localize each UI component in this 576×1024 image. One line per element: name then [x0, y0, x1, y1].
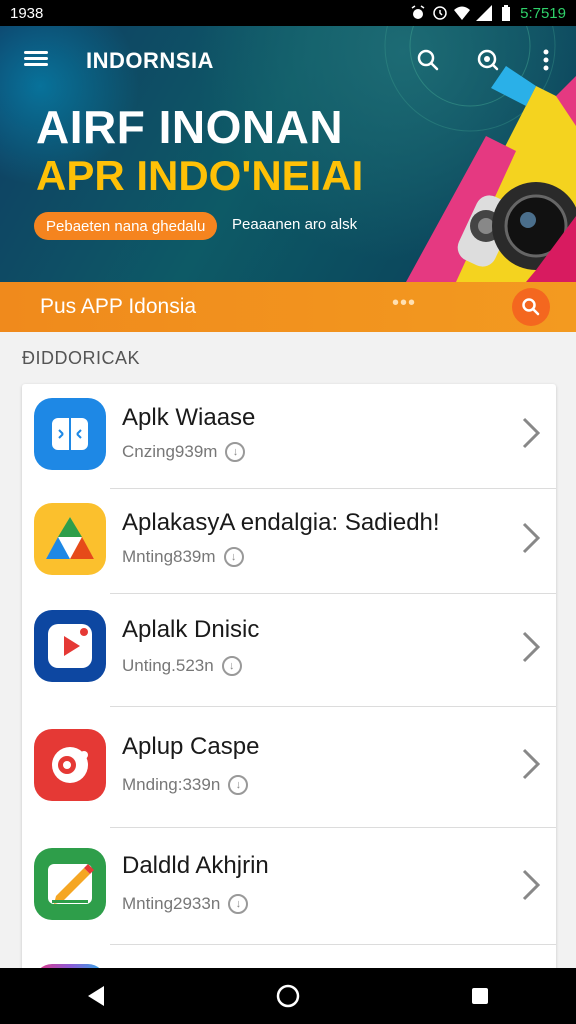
play-icon — [34, 610, 106, 682]
search-bar-dots: ••• — [392, 292, 417, 314]
app-name: Daldld Akhjrin — [122, 852, 269, 879]
search-bar[interactable]: Pus APP Idonsia ••• — [0, 282, 576, 332]
hero-pill-button[interactable]: Pebaeten nana ghedalu — [34, 212, 218, 240]
camera-icon — [34, 729, 106, 801]
chevron-right-icon — [522, 417, 541, 449]
app-list-item[interactable]: Aplalk Dnisic Unting.523n ↓ — [22, 594, 556, 706]
navigation-bar — [0, 968, 576, 1024]
app-size: Mnting839m — [122, 547, 216, 566]
download-icon: ↓ — [225, 442, 246, 462]
back-icon — [88, 986, 104, 1006]
status-time-left: 1938 — [10, 4, 44, 22]
chevron-right-icon — [522, 869, 541, 901]
status-icons: 5:7519 — [410, 5, 566, 22]
hero-title: AIRF INONAN — [36, 101, 344, 153]
search-icon — [522, 298, 540, 316]
hero-description: Peaaanen aro alsk — [232, 216, 358, 233]
search-bar-label: Pus APP Idonsia — [40, 295, 197, 318]
wifi-icon — [454, 6, 471, 20]
recents-icon — [472, 988, 488, 1004]
split-screen-icon — [34, 398, 106, 470]
app-size: Mnding:339n — [122, 775, 221, 794]
home-button[interactable] — [268, 976, 308, 1016]
signal-icon — [476, 5, 493, 21]
app-name: Aplup Caspe — [122, 733, 260, 760]
menu-button[interactable] — [24, 48, 48, 72]
recents-button[interactable] — [460, 976, 500, 1016]
search-fab-button[interactable] — [512, 288, 550, 326]
section-title: ÐIDDORICAK — [22, 348, 141, 368]
app-meta: Unting.523n ↓ — [122, 656, 242, 676]
download-icon: ↓ — [228, 894, 249, 914]
app-list-item[interactable]: AplakasyA endalgia: Sadiedh! Mnting839m … — [22, 489, 556, 593]
hero-subtitle: APR INDO'NEIAI — [36, 152, 364, 199]
battery-icon — [502, 5, 511, 21]
app-size: Unting.523n — [122, 656, 214, 675]
hero-banner: INDORNSIA AIRF INONAN APR INDO'NEIAI Peb… — [0, 26, 576, 282]
app-name: Aplk Wiaase — [122, 404, 256, 431]
app-meta: Mnding:339n ↓ — [122, 775, 249, 795]
alarm-icon — [411, 5, 425, 19]
app-size: Mnting2933n — [122, 894, 221, 913]
app-list-item[interactable]: Aplup Caspe Mnding:339n ↓ — [22, 707, 556, 827]
status-time-right: 5:7519 — [520, 4, 566, 22]
app-list: Aplk Wiaase Cnzing939m ↓ AplakasyA endal… — [22, 384, 556, 984]
app-meta: Mnting839m ↓ — [122, 547, 244, 567]
drive-triangle-icon — [34, 503, 106, 575]
back-button[interactable] — [76, 976, 116, 1016]
download-icon: ↓ — [221, 656, 242, 676]
chevron-right-icon — [522, 522, 541, 554]
app-list-item[interactable]: Daldld Akhjrin Mnting2933n ↓ — [22, 828, 556, 944]
app-brand: INDORNSIA — [86, 48, 214, 73]
status-bar: 1938 5:7519 — [0, 0, 576, 26]
app-meta: Mnting2933n ↓ — [122, 894, 249, 914]
download-icon: ↓ — [223, 547, 244, 567]
clock-icon — [433, 6, 447, 20]
home-icon — [276, 984, 300, 1008]
chevron-right-icon — [522, 748, 541, 780]
app-list-item[interactable]: Aplk Wiaase Cnzing939m ↓ — [22, 384, 556, 488]
edit-icon — [34, 848, 106, 920]
chevron-right-icon — [522, 631, 541, 663]
hero-illustration — [406, 66, 576, 282]
divider — [110, 944, 556, 945]
app-size: Cnzing939m — [122, 442, 218, 461]
app-name: Aplalk Dnisic — [122, 616, 260, 643]
app-name: AplakasyA endalgia: Sadiedh! — [122, 509, 440, 536]
download-icon: ↓ — [228, 775, 249, 795]
app-meta: Cnzing939m ↓ — [122, 442, 246, 462]
